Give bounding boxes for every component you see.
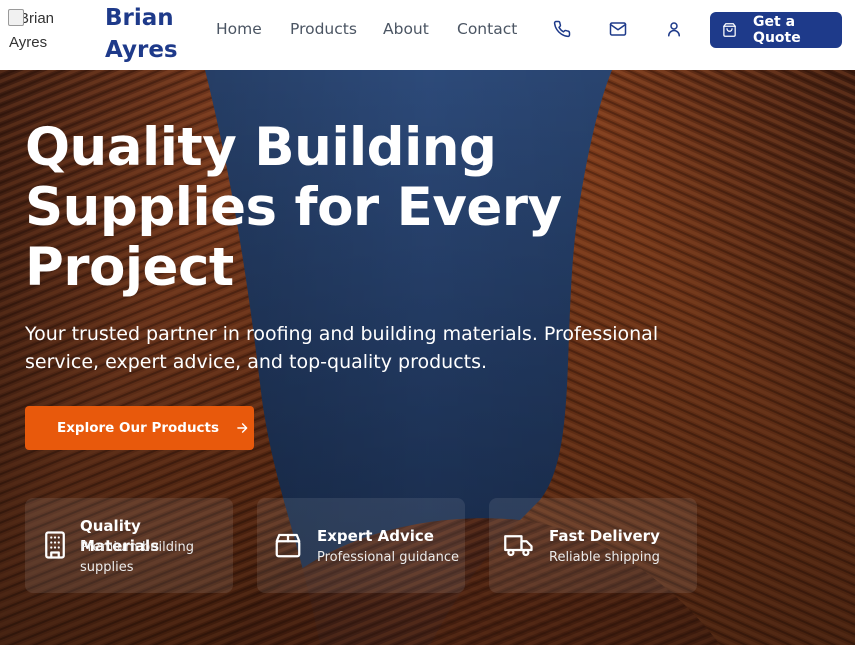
nav-about[interactable]: About: [383, 20, 429, 42]
truck-icon: [504, 535, 533, 557]
logo-alt-line2: Ayres: [9, 34, 48, 51]
logo-alt-line1: Brian: [19, 10, 55, 27]
brand-name-line1: Brian: [105, 5, 174, 31]
explore-products-button[interactable]: Explore Our Products: [25, 406, 254, 450]
logo-image[interactable]: Brian Ayres: [8, 7, 69, 53]
nav-contact[interactable]: Contact: [457, 20, 517, 42]
feature-card-expert-advice: Expert Advice Professional guidance: [257, 498, 465, 593]
building-icon: [45, 531, 65, 559]
get-a-quote-label: Get a Quote: [753, 14, 801, 46]
get-a-quote-button[interactable]: Get a Quote: [710, 12, 842, 48]
feature-description: Premium building supplies: [80, 540, 195, 575]
site-header: Brian Ayres Brian Ayres Home Products Ab…: [0, 0, 855, 70]
nav-home[interactable]: Home: [216, 20, 262, 42]
feature-card-fast-delivery: Fast Delivery Reliable shipping: [489, 498, 697, 593]
feature-title: Expert Advice: [317, 527, 434, 545]
arrow-right-icon: [237, 423, 248, 433]
phone-icon[interactable]: [553, 20, 571, 38]
user-icon[interactable]: [665, 20, 683, 38]
brand-name[interactable]: Brian Ayres: [105, 2, 185, 66]
shopping-bag-icon: [723, 23, 736, 37]
explore-products-label: Explore Our Products: [57, 420, 220, 436]
feature-title: Fast Delivery: [549, 527, 660, 545]
package-icon: [275, 533, 301, 558]
mail-icon[interactable]: [609, 20, 627, 38]
hero-section: Quality Building Supplies for Every Proj…: [0, 70, 855, 645]
hero-title: Quality Building Supplies for Every Proj…: [25, 117, 562, 298]
nav-products[interactable]: Products: [290, 20, 357, 42]
feature-description: Reliable shipping: [549, 550, 660, 565]
brand-name-line2: Ayres: [105, 37, 178, 63]
feature-card-quality-materials: Quality Materials Premium building suppl…: [25, 498, 233, 593]
hero-subtitle: Your trusted partner in roofing and buil…: [25, 323, 659, 373]
feature-description: Professional guidance: [317, 550, 459, 565]
